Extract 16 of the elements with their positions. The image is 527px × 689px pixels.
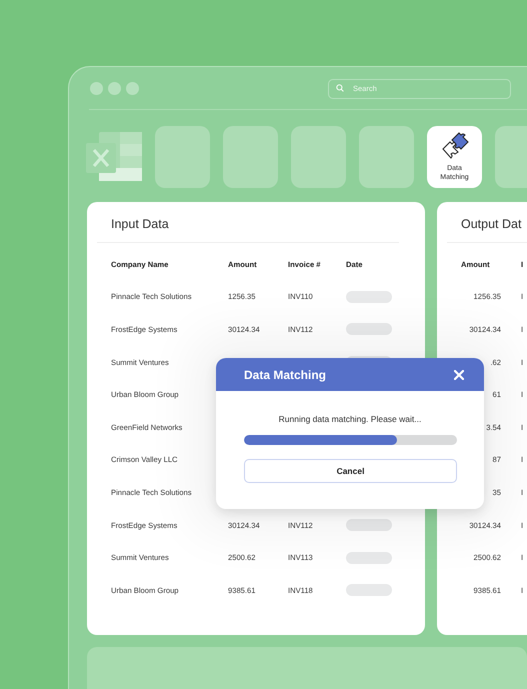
close-icon[interactable] <box>454 370 464 380</box>
puzzle-icon <box>440 132 470 160</box>
dialog-title: Data Matching <box>244 368 326 382</box>
window-control[interactable] <box>90 82 103 94</box>
cancel-button[interactable]: Cancel <box>244 459 457 483</box>
app-tile[interactable] <box>223 126 278 188</box>
app-tile[interactable] <box>359 126 414 188</box>
app-tile[interactable] <box>155 126 210 188</box>
window-control[interactable] <box>126 82 139 94</box>
card-title: Output Dat <box>447 202 527 243</box>
search-icon <box>336 84 344 92</box>
card-title: Input Data <box>97 202 399 243</box>
spreadsheet-icon[interactable] <box>86 132 142 182</box>
status-message: Running data matching. Please wait... <box>278 414 422 424</box>
window-control[interactable] <box>108 82 121 94</box>
app-tile[interactable] <box>291 126 346 188</box>
